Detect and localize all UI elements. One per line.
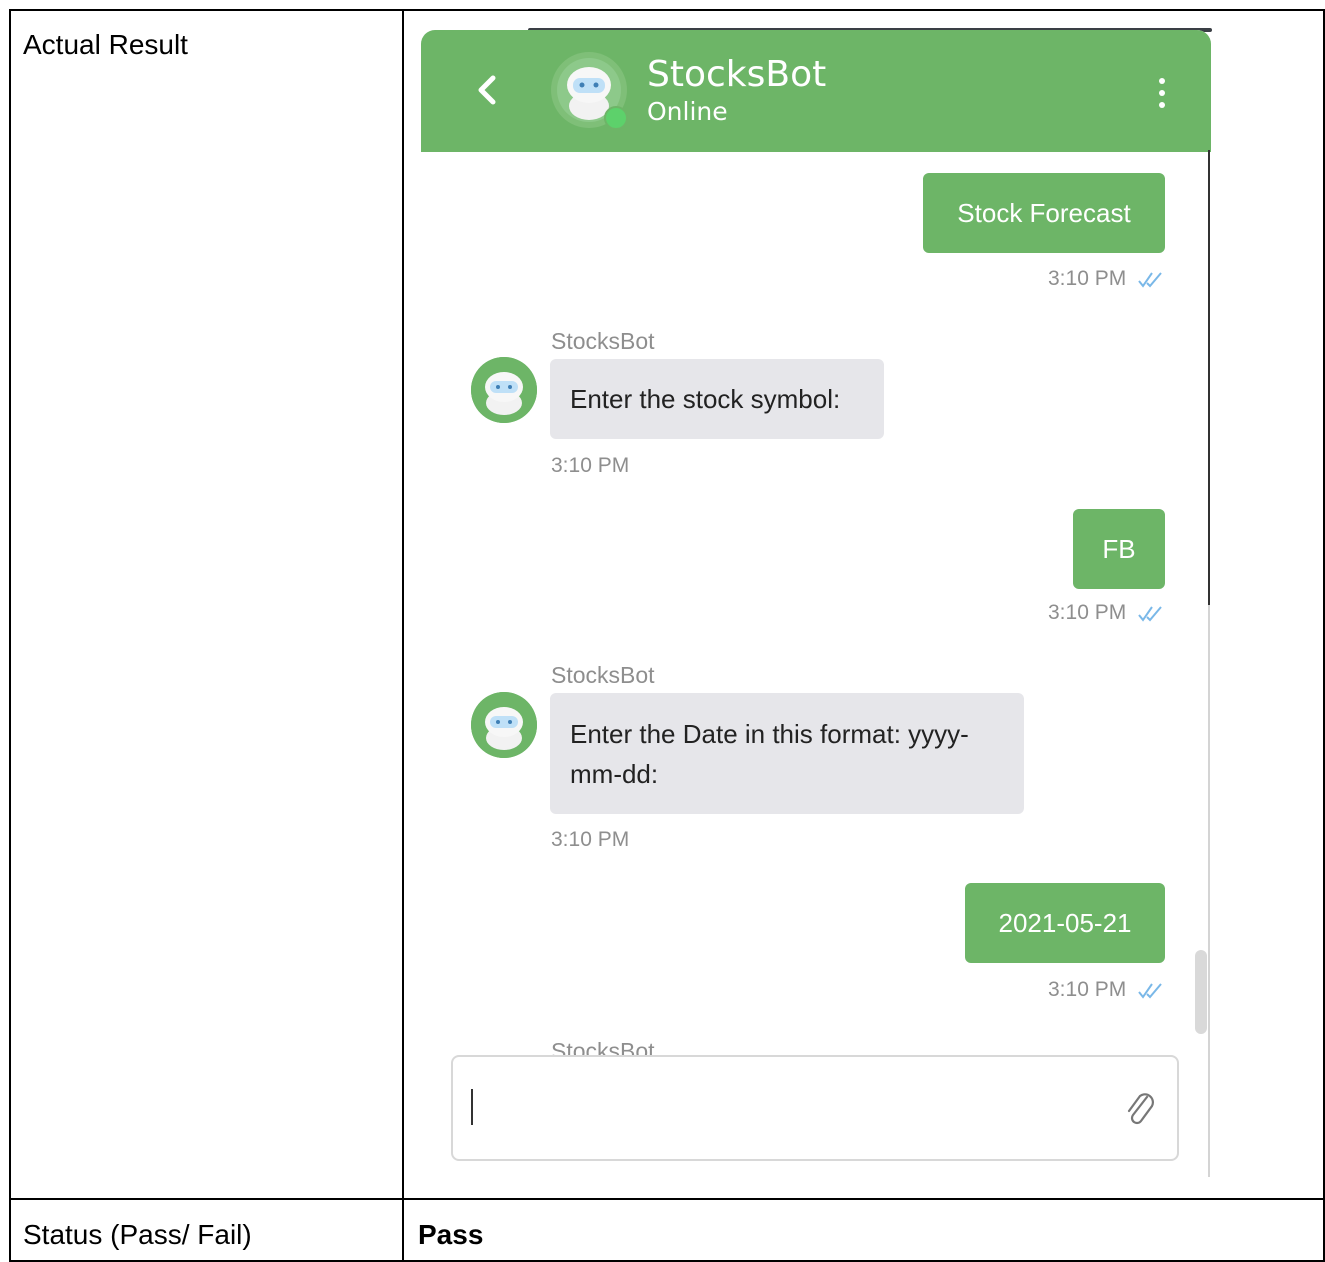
robot-icon <box>471 357 537 423</box>
message-time: 3:10 PM <box>1048 601 1127 624</box>
vertical-dots-icon[interactable] <box>1155 76 1169 110</box>
chevron-left-icon[interactable] <box>473 70 503 110</box>
user-message-bubble: FB <box>1073 509 1165 589</box>
status-label: Status (Pass/ Fail) <box>23 1219 252 1250</box>
message-time: 3:10 PM <box>551 454 630 477</box>
read-ticks-icon <box>1138 272 1162 288</box>
bot-message-avatar <box>471 692 537 758</box>
read-ticks-icon <box>1138 983 1162 999</box>
chat-header: StocksBot Online <box>421 30 1211 152</box>
text-caret <box>471 1089 473 1125</box>
user-message-bubble: Stock Forecast <box>923 173 1165 253</box>
read-ticks-icon <box>1138 606 1162 622</box>
robot-icon <box>471 692 537 758</box>
chat-window-edge <box>1208 150 1210 605</box>
bot-message-avatar <box>471 357 537 423</box>
message-time: 3:10 PM <box>1048 978 1127 1001</box>
message-sender: StocksBot <box>551 662 655 688</box>
message-input-overlay <box>451 1055 1179 1161</box>
message-sender: StocksBot <box>551 328 655 354</box>
chat-bot-name: StocksBot <box>647 54 827 95</box>
scrollbar-thumb[interactable] <box>1195 950 1207 1034</box>
chat-bot-status: Online <box>647 97 728 126</box>
online-status-dot <box>604 106 628 130</box>
message-time: 3:10 PM <box>551 828 630 851</box>
bot-message-bubble: Enter the stock symbol: <box>550 359 884 439</box>
chat-window: StocksBot Online Stock Forecast 3:10 PM … <box>421 30 1211 1178</box>
message-time: 3:10 PM <box>1048 267 1127 290</box>
actual-result-label: Actual Result <box>23 29 188 60</box>
table-column-divider <box>402 11 404 1262</box>
paperclip-icon[interactable] <box>1123 1089 1159 1129</box>
bot-message-bubble: Enter the Date in this format: yyyy-mm-d… <box>550 693 1024 814</box>
status-value: Pass <box>418 1219 484 1250</box>
table-row-divider <box>11 1198 1325 1200</box>
user-message-bubble: 2021-05-21 <box>965 883 1165 963</box>
